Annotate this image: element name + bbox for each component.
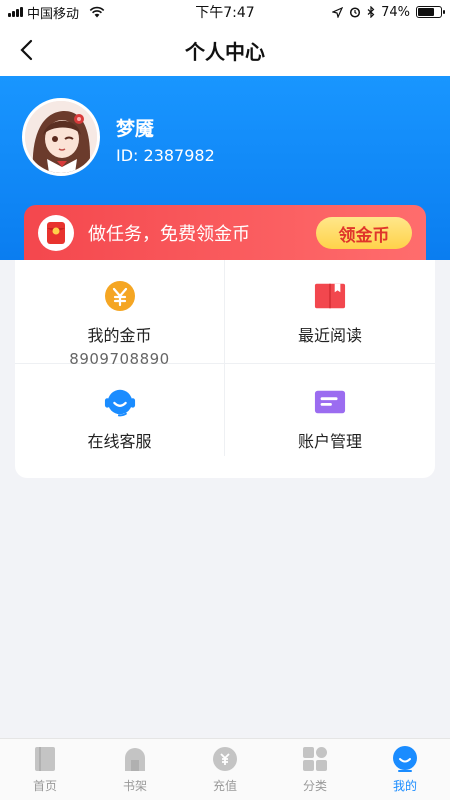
bookshelf-icon (121, 745, 149, 773)
book-icon (314, 280, 346, 312)
status-bar: 中国移动 下午7:47 74% (0, 0, 450, 24)
home-icon (31, 745, 59, 773)
status-time: 下午7:47 (195, 5, 255, 21)
battery-percent: 74% (381, 4, 410, 20)
account-management-label: 账户管理 (297, 432, 362, 451)
avatar-illustration (25, 101, 97, 173)
page-title: 个人中心 (185, 39, 265, 64)
carrier-text: 中国移动 (27, 6, 80, 22)
tab-category[interactable]: 分类 (270, 739, 360, 800)
customer-service-label: 在线客服 (87, 432, 152, 451)
recent-reading-item[interactable]: 最近阅读 (225, 260, 435, 364)
user-name: 梦魇 (116, 118, 155, 140)
coin-icon (104, 280, 136, 312)
status-right: 74% (292, 4, 445, 20)
tab-recharge-label: 充值 (212, 779, 237, 793)
battery-icon (416, 6, 445, 18)
tab-profile-label: 我的 (392, 779, 417, 793)
recent-reading-label: 最近阅读 (297, 326, 362, 345)
status-left: 中国移动 (8, 3, 158, 22)
card-icon (314, 386, 346, 418)
my-coins-label: 我的金币 (87, 326, 152, 345)
tab-bookshelf-label: 书架 (122, 779, 147, 793)
banner-text: 做任务，免费领金币 (88, 224, 250, 245)
tab-recharge[interactable]: 充值 (180, 739, 270, 800)
alarm-icon (350, 7, 361, 18)
account-management-item[interactable]: 账户管理 (225, 364, 435, 456)
category-icon (301, 745, 329, 773)
back-button[interactable] (10, 34, 42, 66)
tab-home[interactable]: 首页 (0, 739, 90, 800)
user-id: ID: 2387982 (116, 146, 215, 165)
tab-category-label: 分类 (302, 779, 327, 793)
tab-bar: 首页 书架 充值 分类 我的 (0, 738, 450, 800)
profile-icon (391, 745, 419, 773)
location-icon (332, 6, 344, 18)
my-coins-item[interactable]: 我的金币 8909708890 (15, 260, 225, 368)
avatar[interactable] (22, 98, 100, 176)
red-envelope-icon (38, 215, 74, 251)
nav-bar: 个人中心 (0, 24, 450, 76)
bluetooth-icon (367, 6, 375, 18)
tab-home-label: 首页 (32, 779, 57, 793)
tab-profile[interactable]: 我的 (360, 739, 450, 800)
wifi-icon (89, 6, 105, 18)
recharge-icon (211, 745, 239, 773)
headset-icon (104, 386, 136, 418)
signal-icon (8, 7, 23, 17)
task-banner[interactable]: 做任务，免费领金币 领金币 (24, 205, 426, 261)
tab-bookshelf[interactable]: 书架 (90, 739, 180, 800)
menu-grid: 我的金币 8909708890 最近阅读 在线客服 账户管理 (15, 260, 435, 478)
chevron-left-icon (20, 39, 33, 61)
claim-coins-button[interactable]: 领金币 (316, 217, 412, 249)
customer-service-item[interactable]: 在线客服 (15, 364, 225, 456)
